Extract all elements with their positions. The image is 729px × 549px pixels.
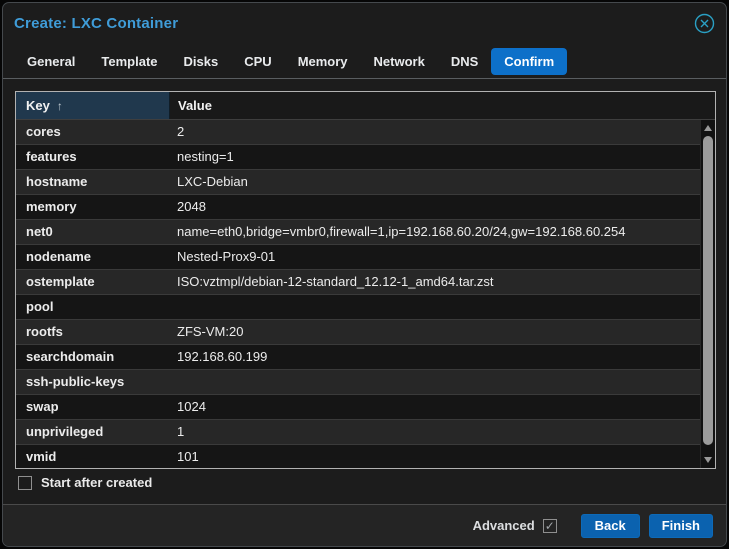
tab-disks[interactable]: Disks — [171, 48, 232, 75]
row-key: unprivileged — [26, 424, 104, 439]
scrollbar-thumb[interactable] — [703, 136, 713, 445]
check-icon: ✓ — [544, 518, 555, 533]
column-header-key-label: Key — [26, 98, 50, 113]
row-key: memory — [26, 199, 77, 214]
table-row[interactable]: rootfs ZFS-VM:20 — [16, 320, 715, 345]
table-row[interactable]: ssh-public-keys — [16, 370, 715, 395]
column-header-value-label: Value — [178, 98, 212, 113]
dialog-title: Create: LXC Container — [14, 15, 179, 32]
row-value: LXC-Debian — [177, 174, 248, 189]
tab-confirm[interactable]: Confirm — [491, 47, 568, 75]
row-key: cores — [26, 124, 61, 139]
row-value — [169, 370, 715, 394]
table-row[interactable]: net0 name=eth0,bridge=vmbr0,firewall=1,i… — [16, 220, 715, 245]
row-value: ISO:vztmpl/debian-12-standard_12.12-1_am… — [177, 274, 494, 289]
row-key: ssh-public-keys — [26, 374, 125, 389]
sort-ascending-icon: ↑ — [56, 98, 63, 113]
column-header-value[interactable]: Value — [169, 92, 715, 119]
table-row[interactable]: searchdomain 192.168.60.199 — [16, 345, 715, 370]
start-after-created-checkbox[interactable]: Start after created — [18, 475, 152, 490]
advanced-label: Advanced — [472, 518, 535, 533]
row-value: ZFS-VM:20 — [177, 324, 244, 339]
close-icon[interactable] — [694, 13, 715, 34]
tab-memory[interactable]: Memory — [285, 48, 361, 75]
table-row[interactable]: pool — [16, 295, 715, 320]
row-value: 2 — [177, 124, 185, 139]
advanced-checkbox-checked[interactable]: ✓ — [542, 518, 557, 533]
row-value: 1024 — [177, 399, 206, 414]
table-row[interactable]: vmid 101 — [16, 445, 715, 468]
table-row[interactable]: swap 1024 — [16, 395, 715, 420]
table-row[interactable]: unprivileged 1 — [16, 420, 715, 445]
tab-network[interactable]: Network — [361, 48, 438, 75]
table-row[interactable]: memory 2048 — [16, 195, 715, 220]
row-key: pool — [26, 299, 54, 314]
table-row[interactable]: features nesting=1 — [16, 145, 715, 170]
row-key: hostname — [26, 174, 88, 189]
row-value: 192.168.60.199 — [177, 349, 268, 364]
row-key: searchdomain — [26, 349, 115, 364]
row-value: nesting=1 — [177, 149, 234, 164]
create-lxc-container-dialog: Create: LXC Container General Template Dis… — [2, 2, 727, 547]
row-key: features — [26, 149, 77, 164]
row-key: rootfs — [26, 324, 63, 339]
table-row[interactable]: cores 2 — [16, 120, 715, 145]
dialog-titlebar: Create: LXC Container — [3, 3, 726, 44]
tab-general[interactable]: General — [14, 48, 88, 75]
row-value: 1 — [177, 424, 185, 439]
vertical-scrollbar[interactable] — [700, 120, 715, 468]
finish-button[interactable]: Finish — [648, 513, 713, 538]
confirm-panel: Key ↑ Value cores 2 features nesting=1 h… — [3, 80, 726, 503]
row-key: vmid — [26, 449, 57, 464]
row-value: 101 — [177, 449, 199, 464]
tab-template[interactable]: Template — [88, 48, 170, 75]
row-value: Nested-Prox9-01 — [177, 249, 276, 264]
tab-cpu[interactable]: CPU — [231, 48, 284, 75]
table-row[interactable]: hostname LXC-Debian — [16, 170, 715, 195]
back-button[interactable]: Back — [580, 513, 640, 538]
grid-body: cores 2 features nesting=1 hostname LXC-… — [16, 120, 715, 468]
dialog-footer: Advanced ✓ Back Finish — [3, 504, 726, 546]
tab-dns[interactable]: DNS — [438, 48, 491, 75]
column-header-key[interactable]: Key ↑ — [16, 92, 169, 119]
scroll-down-icon[interactable] — [701, 453, 715, 467]
table-row[interactable]: nodename Nested-Prox9-01 — [16, 245, 715, 270]
row-key: swap — [26, 399, 59, 414]
row-key: ostemplate — [26, 274, 95, 289]
checkbox-unchecked-icon — [18, 475, 32, 490]
table-row[interactable]: ostemplate ISO:vztmpl/debian-12-standard… — [16, 270, 715, 295]
tab-bar: General Template Disks CPU Memory Network DNS C… — [3, 44, 726, 79]
row-value: 2048 — [177, 199, 206, 214]
row-value: name=eth0,bridge=vmbr0,firewall=1,ip=192… — [177, 224, 626, 239]
start-after-created-label: Start after created — [41, 475, 153, 490]
row-key: nodename — [26, 249, 92, 264]
row-key: net0 — [26, 224, 53, 239]
confirm-settings-grid: Key ↑ Value cores 2 features nesting=1 h… — [15, 91, 716, 469]
row-value — [169, 295, 715, 319]
scroll-up-icon[interactable] — [701, 121, 715, 135]
grid-header: Key ↑ Value — [16, 92, 715, 120]
